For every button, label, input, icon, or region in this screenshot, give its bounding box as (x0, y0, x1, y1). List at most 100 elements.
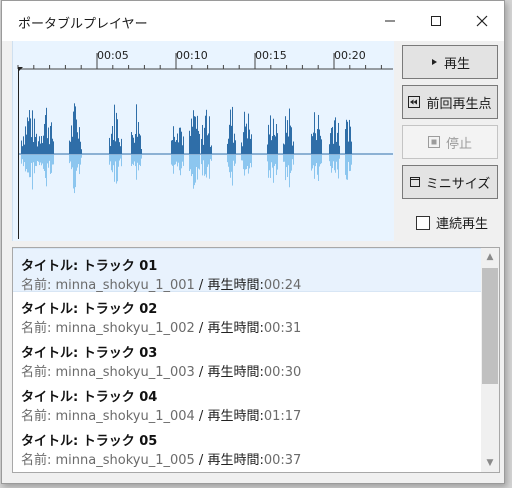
track-list-item[interactable]: タイトル: トラック 01 名前: minna_shokyu_1_001 / 再生… (13, 248, 481, 293)
waveform-sample-lower (241, 155, 242, 161)
waveform-sample-lower (349, 155, 350, 172)
track-file-name: minna_shokyu_1_002 (55, 321, 195, 336)
waveform-sample-lower (243, 155, 244, 170)
waveform-sample-upper (118, 138, 119, 154)
waveform-sample-lower (246, 155, 247, 169)
continuous-play-checkbox[interactable] (416, 215, 430, 230)
waveform-sample-lower (314, 155, 315, 179)
play-button[interactable]: 再生 (402, 45, 498, 79)
waveform-sample-upper (243, 132, 244, 154)
waveform-sample-lower (311, 155, 312, 171)
waveform-sample-lower (137, 155, 138, 163)
mini-size-label: ミニサイズ (425, 176, 491, 192)
waveform-sample-lower (121, 155, 122, 167)
play-icon (431, 59, 437, 65)
waveform-sample-lower (21, 155, 22, 164)
waveform-sample-upper (351, 141, 352, 154)
waveform-sample-lower (42, 155, 43, 164)
scroll-up-icon[interactable]: ▲ (481, 248, 499, 266)
waveform-sample-lower (330, 155, 331, 166)
waveform-sample-lower (53, 155, 54, 165)
waveform-sample-lower (141, 155, 142, 159)
separator: / (194, 278, 208, 293)
close-button[interactable] (464, 7, 500, 35)
track-duration: 01:17 (263, 409, 302, 424)
waveform-sample-lower (69, 155, 70, 164)
waveform-sample-upper (339, 145, 340, 154)
waveform-sample-lower (198, 155, 199, 169)
waveform-lower (21, 155, 352, 194)
scroll-down-icon[interactable]: ▼ (481, 454, 499, 472)
minimize-button[interactable] (372, 7, 408, 35)
track-file-name: minna_shokyu_1_001 (55, 278, 195, 293)
waveform-sample-upper (321, 139, 322, 154)
waveform-sample-upper (285, 116, 286, 154)
stop-button[interactable]: 停止 (402, 125, 498, 159)
waveform-sample-upper (231, 125, 232, 154)
waveform-sample-lower (76, 155, 77, 171)
waveform-sample-lower (183, 155, 184, 166)
waveform-sample-lower (132, 155, 133, 164)
waveform-sample-lower (286, 155, 287, 168)
waveform-sample-upper (331, 128, 332, 154)
waveform-sample-lower (331, 155, 332, 173)
waveform-sample-upper (289, 108, 290, 154)
waveform-sample-upper (25, 126, 26, 154)
track-file-name: minna_shokyu_1_003 (55, 365, 195, 380)
continuous-play-row[interactable]: 連続再生 (416, 213, 488, 232)
waveform-sample-upper (40, 143, 41, 154)
track-list-item[interactable]: タイトル: トラック 05 名前: minna_shokyu_1_005 / 再生… (13, 424, 481, 468)
waveform-sample-upper (201, 138, 202, 154)
waveform-sample-upper (267, 144, 268, 154)
waveform-sample-lower (118, 155, 119, 167)
waveform-sample-lower (276, 155, 277, 176)
waveform-sample-lower (119, 155, 120, 161)
track-list-item[interactable]: タイトル: トラック 04 名前: minna_shokyu_1_004 / 再生… (13, 380, 481, 424)
track-list[interactable]: タイトル: トラック 01 名前: minna_shokyu_1_001 / 再生… (12, 247, 500, 473)
waveform-sample-upper (189, 130, 190, 154)
waveform-sample-lower (114, 155, 115, 182)
scroll-thumb[interactable] (482, 268, 498, 384)
waveform-sample-lower (135, 155, 136, 167)
waveform-sample-upper (72, 136, 73, 154)
waveform-sample-upper (48, 127, 49, 154)
mini-size-button[interactable]: ミニサイズ (402, 165, 498, 199)
waveform-sample-upper (272, 136, 273, 154)
waveform-sample-upper (283, 143, 284, 154)
waveform-sample-lower (73, 155, 74, 189)
waveform-sample-upper (284, 144, 285, 154)
waveform-sample-lower (293, 155, 294, 165)
track-title: タイトル: トラック 05 (21, 434, 158, 449)
waveform-sample-upper (198, 130, 199, 154)
waveform-sample-upper (270, 115, 271, 154)
waveform-sample-upper (29, 110, 30, 154)
waveform-panel[interactable]: 00:05 00:10 00:15 00:20 (12, 41, 394, 241)
waveform-sample-upper (177, 133, 178, 154)
waveform-sample-upper (139, 133, 140, 154)
separator: / (194, 321, 208, 336)
waveform-sample-upper (209, 116, 210, 154)
waveform-sample-lower (205, 155, 206, 175)
waveform-sample-lower (204, 155, 205, 176)
waveform-sample-lower (22, 155, 23, 160)
waveform-sample-lower (247, 155, 248, 166)
previous-point-button[interactable]: 前回再生点 (402, 85, 498, 119)
waveform-sample-lower (116, 155, 117, 184)
waveform-sample-upper (22, 146, 23, 154)
track-list-item[interactable]: タイトル: トラック 02 名前: minna_shokyu_1_002 / 再生… (13, 292, 481, 336)
waveform-sample-lower (71, 155, 72, 170)
waveform-sample-lower (207, 155, 208, 167)
waveform-sample-upper (33, 142, 34, 154)
waveform-sample-lower (80, 155, 81, 165)
waveform-sample-lower (274, 155, 275, 166)
track-list-scrollbar[interactable]: ▲ ▼ (481, 248, 499, 472)
waveform-sample-upper (247, 138, 248, 154)
track-list-item[interactable]: タイトル: トラック 03 名前: minna_shokyu_1_003 / 再生… (13, 336, 481, 380)
waveform-sample-upper (348, 141, 349, 154)
continuous-play-label: 連続再生 (436, 217, 489, 232)
waveform-sample-lower (51, 155, 52, 173)
waveform-sample-lower (285, 155, 286, 181)
waveform-sample-upper (179, 127, 180, 154)
maximize-button[interactable] (418, 7, 454, 35)
waveform-sample-lower (113, 155, 114, 166)
